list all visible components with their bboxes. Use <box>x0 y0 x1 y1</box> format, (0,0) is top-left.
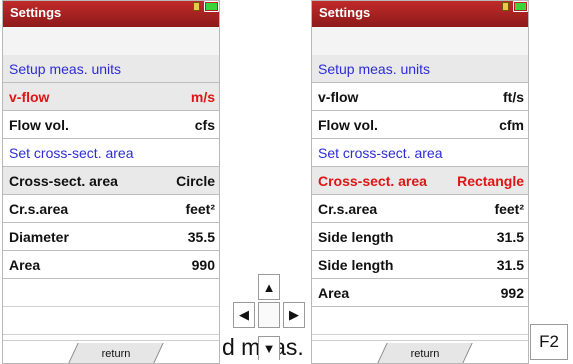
title-bar: Settings <box>312 1 528 27</box>
blank-row <box>3 27 219 55</box>
row-label: Cross-sect. area <box>9 173 118 189</box>
row-label: Area <box>9 257 41 273</box>
menu-row[interactable]: v-flow m/s <box>3 83 219 111</box>
empty-row <box>3 307 219 335</box>
row-value: 990 <box>191 257 215 273</box>
menu-row[interactable]: Set cross-sect. area <box>312 139 528 167</box>
arrow-left-key[interactable]: ◀ <box>233 302 255 328</box>
empty-row <box>3 279 219 307</box>
center-key[interactable] <box>258 302 280 328</box>
settings-screen-right: Settings Setup meas. units v-flow ft/s Flow… <box>311 0 529 364</box>
row-label: Setup meas. units <box>9 61 122 77</box>
row-label: Cross-sect. area <box>318 173 427 189</box>
title-bar: Settings <box>3 1 219 27</box>
row-label: Area <box>318 285 350 301</box>
row-label: v-flow <box>318 89 359 105</box>
screen-title: Settings <box>319 5 371 20</box>
menu-row[interactable]: Setup meas. units <box>3 55 219 83</box>
menu-row[interactable]: Setup meas. units <box>312 55 528 83</box>
battery-icon <box>204 1 219 12</box>
row-label: Set cross-sect. area <box>9 145 134 161</box>
menu-row[interactable]: Cross-sect. area Rectangle <box>312 167 528 195</box>
row-value: 35.5 <box>187 229 215 245</box>
navigation-keypad: ▲ ◀ ▶ ▼ <box>233 274 305 364</box>
probe-icon <box>502 2 509 11</box>
row-label: v-flow <box>9 89 50 105</box>
menu-row[interactable]: Cross-sect. area Circle <box>3 167 219 195</box>
row-value: 31.5 <box>496 229 524 245</box>
row-value: feet² <box>185 201 215 217</box>
menu-row[interactable]: Side length 31.5 <box>312 251 528 279</box>
arrow-down-key[interactable]: ▼ <box>258 336 280 360</box>
menu-row[interactable]: Diameter 35.5 <box>3 223 219 251</box>
row-label: Flow vol. <box>9 117 69 133</box>
row-value: m/s <box>190 89 215 105</box>
row-value: Circle <box>176 173 215 189</box>
row-value: cfm <box>499 117 524 133</box>
softkey-bar: return <box>312 340 528 363</box>
menu-row[interactable]: Set cross-sect. area <box>3 139 219 167</box>
row-value: 31.5 <box>496 257 524 273</box>
row-label: Cr.s.area <box>318 201 378 217</box>
blank-row <box>312 27 528 55</box>
menu-row[interactable]: Area 992 <box>312 279 528 307</box>
row-value: ft/s <box>503 89 524 105</box>
menu-row[interactable]: Flow vol. cfm <box>312 111 528 139</box>
menu-row[interactable]: Area 990 <box>3 251 219 279</box>
row-label: Cr.s.area <box>9 201 69 217</box>
row-value: feet² <box>494 201 524 217</box>
menu-row[interactable]: Side length 31.5 <box>312 223 528 251</box>
empty-row <box>312 307 528 335</box>
row-value: cfs <box>194 117 215 133</box>
menu-row[interactable]: v-flow ft/s <box>312 83 528 111</box>
row-label: Setup meas. units <box>318 61 431 77</box>
return-softkey[interactable]: return <box>73 348 159 360</box>
settings-screen-left: Settings Setup meas. units v-flow m/s Flow … <box>2 0 220 364</box>
screen-title: Settings <box>10 5 62 20</box>
probe-icon <box>193 2 200 11</box>
row-value: 992 <box>500 285 524 301</box>
menu-row[interactable]: Cr.s.area feet² <box>3 195 219 223</box>
return-softkey[interactable]: return <box>382 348 468 360</box>
row-label: Side length <box>318 229 394 245</box>
row-label: Set cross-sect. area <box>318 145 443 161</box>
row-value: Rectangle <box>457 173 524 189</box>
battery-icon <box>513 1 528 12</box>
row-label: Flow vol. <box>318 117 378 133</box>
arrow-up-key[interactable]: ▲ <box>258 274 280 300</box>
menu-row[interactable]: Cr.s.area feet² <box>312 195 528 223</box>
softkey-bar: return <box>3 340 219 363</box>
row-label: Diameter <box>9 229 69 245</box>
arrow-right-key[interactable]: ▶ <box>283 302 305 328</box>
f2-key[interactable]: F2 <box>530 324 568 360</box>
row-label: Side length <box>318 257 394 273</box>
menu-row[interactable]: Flow vol. cfs <box>3 111 219 139</box>
